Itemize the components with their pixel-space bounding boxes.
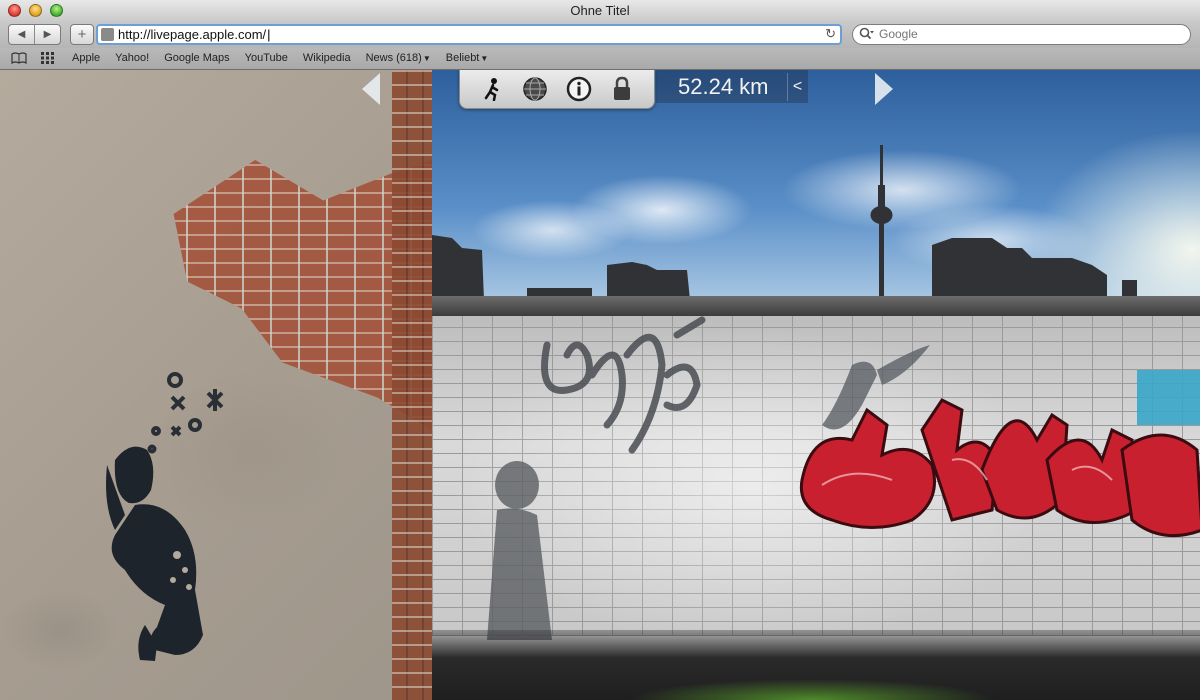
wall-cap-image: [432, 296, 1200, 316]
bookmarks-bar: Apple Yahoo! Google Maps YouTube Wikiped…: [0, 48, 1200, 70]
lock-icon: [614, 76, 631, 100]
forward-arrow-icon: ▶: [43, 29, 52, 40]
bookmark-folder-news[interactable]: News (618)▼: [366, 52, 431, 64]
walking-person-icon: [484, 78, 498, 101]
stencil-boy-image: [487, 461, 552, 640]
url-text[interactable]: http://livepage.apple.com/: [118, 27, 271, 42]
bookmark-items: Apple Yahoo! Google Maps YouTube Wikiped…: [72, 52, 488, 64]
bookmark-wikipedia[interactable]: Wikipedia: [303, 52, 351, 64]
globe-icon: [523, 77, 547, 101]
distance-panel: 52.24 km: [656, 70, 808, 103]
info-icon: [566, 76, 591, 102]
bookmark-folder-news-label: News (618): [365, 52, 422, 64]
stencil-girl-image: [106, 446, 203, 661]
search-input[interactable]: [879, 27, 1179, 41]
lock-button[interactable]: [608, 75, 636, 103]
apple-favicon-icon: [101, 28, 114, 41]
bookmark-google-maps[interactable]: Google Maps: [164, 52, 229, 64]
bookmark-yahoo[interactable]: Yahoo!: [115, 52, 149, 64]
book-icon[interactable]: [11, 52, 27, 67]
grey-tag-graffiti-image: [541, 316, 706, 454]
forward-button[interactable]: ▶: [35, 25, 60, 44]
bookmark-youtube[interactable]: YouTube: [245, 52, 288, 64]
add-bookmark-button[interactable]: +: [70, 24, 94, 45]
bookmark-folder-beliebt[interactable]: Beliebt▼: [446, 52, 489, 64]
chevron-down-icon: ▼: [480, 54, 489, 63]
grass-image: [552, 660, 1072, 700]
bookmark-apple[interactable]: Apple: [72, 52, 100, 64]
plus-icon: +: [77, 26, 87, 43]
distance-readout: 52.24 km: [678, 74, 769, 99]
viewer-controls: [459, 70, 655, 109]
search-icon: [859, 27, 875, 44]
globe-button[interactable]: [521, 75, 549, 103]
toolbar: ◀ ▶ + http://livepage.apple.com/ ↻: [0, 22, 1200, 48]
chevron-left-icon: <: [792, 78, 803, 95]
window-title: Ohne Titel: [570, 3, 630, 18]
history-buttons: ◀ ▶: [8, 24, 61, 45]
search-field[interactable]: [852, 24, 1191, 45]
previous-arrow-icon[interactable]: [360, 71, 382, 107]
back-button[interactable]: ◀: [9, 25, 35, 44]
page-content: 52.24 km <: [0, 70, 1200, 700]
top-sites-grid-icon[interactable]: [41, 52, 55, 67]
collapse-panel-button[interactable]: <: [787, 73, 807, 101]
chevron-down-icon: ▼: [422, 54, 431, 63]
title-bar: Ohne Titel: [0, 0, 1200, 22]
walking-person-button[interactable]: [478, 75, 506, 103]
next-arrow-icon[interactable]: [873, 71, 895, 107]
bookmark-folder-beliebt-label: Beliebt: [445, 52, 480, 64]
info-button[interactable]: [565, 75, 593, 103]
right-wall-image: [432, 70, 1200, 700]
reload-icon[interactable]: ↻: [825, 26, 836, 42]
back-arrow-icon: ◀: [17, 29, 26, 40]
address-bar[interactable]: http://livepage.apple.com/ ↻: [96, 24, 842, 45]
red-graffiti-image: [799, 370, 1200, 538]
brick-edge-image: [392, 70, 432, 700]
